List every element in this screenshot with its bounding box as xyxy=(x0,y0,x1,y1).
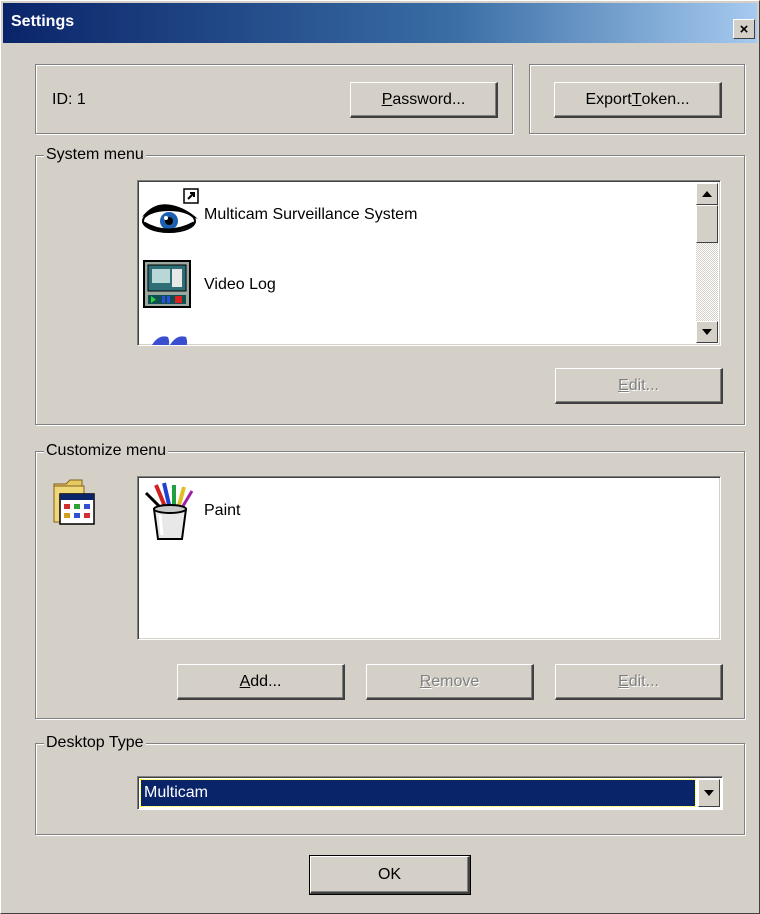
window-title: Settings xyxy=(11,13,75,30)
eye-shortcut-icon xyxy=(138,183,202,247)
list-item-label: Video Log xyxy=(204,276,276,293)
scroll-down-button[interactable] xyxy=(696,321,718,343)
list-item[interactable]: Multicam Surveillance System xyxy=(138,183,417,247)
title-bar[interactable]: Settings × xyxy=(3,3,757,43)
scroll-thumb[interactable] xyxy=(696,205,718,243)
list-item[interactable] xyxy=(138,323,204,345)
settings-dialog: Settings × ID: 1 Password... Export Toke… xyxy=(0,0,760,914)
export-group: Export Token... xyxy=(529,64,745,134)
system-edit-button[interactable]: Edit... xyxy=(555,368,723,404)
customize-menu-list[interactable]: Paint xyxy=(137,476,721,640)
customize-edit-button[interactable]: Edit... xyxy=(555,664,723,700)
id-value: 1 xyxy=(76,91,86,108)
scroll-up-button[interactable] xyxy=(696,183,718,205)
system-menu-scrollbar[interactable] xyxy=(696,183,718,343)
list-item[interactable]: Paint xyxy=(138,479,240,543)
ok-button[interactable]: OK xyxy=(309,855,471,895)
desktop-type-group: Desktop Type Multicam xyxy=(35,733,745,835)
system-menu-label: System menu xyxy=(44,145,146,165)
password-button[interactable]: Password... xyxy=(350,82,498,118)
paint-icon xyxy=(138,479,202,543)
list-item[interactable]: Video Log xyxy=(138,253,276,317)
id-label: ID: 1 xyxy=(52,91,86,108)
arrow-down-icon xyxy=(702,329,712,335)
program-folder-icon[interactable] xyxy=(52,476,96,528)
system-menu-list[interactable]: Multicam Surveillance System Video Log xyxy=(137,180,721,346)
account-group: ID: 1 Password... xyxy=(35,64,513,134)
close-icon: × xyxy=(739,20,749,38)
system-menu-group: System menu Multicam Surveillance System… xyxy=(35,145,745,425)
desktop-type-select[interactable]: Multicam xyxy=(137,776,723,810)
list-item-label: Paint xyxy=(204,502,241,519)
remove-button[interactable]: Remove xyxy=(366,664,534,700)
video-log-icon xyxy=(138,253,202,317)
customize-menu-group: Customize menu Paint A dd... R emove E d… xyxy=(35,441,745,719)
customize-menu-label: Customize menu xyxy=(44,441,169,461)
dropdown-button[interactable] xyxy=(698,779,720,807)
list-item-label: Multicam Surveillance System xyxy=(204,206,418,223)
arrow-up-icon xyxy=(702,191,712,197)
export-token-button[interactable]: Export Token... xyxy=(554,82,722,118)
chevron-down-icon xyxy=(704,790,714,796)
add-button[interactable]: Add... xyxy=(177,664,345,700)
close-button[interactable]: × xyxy=(733,19,755,39)
partial-app-icon xyxy=(138,323,202,345)
desktop-type-label: Desktop Type xyxy=(44,733,146,753)
desktop-type-value: Multicam xyxy=(140,779,696,807)
